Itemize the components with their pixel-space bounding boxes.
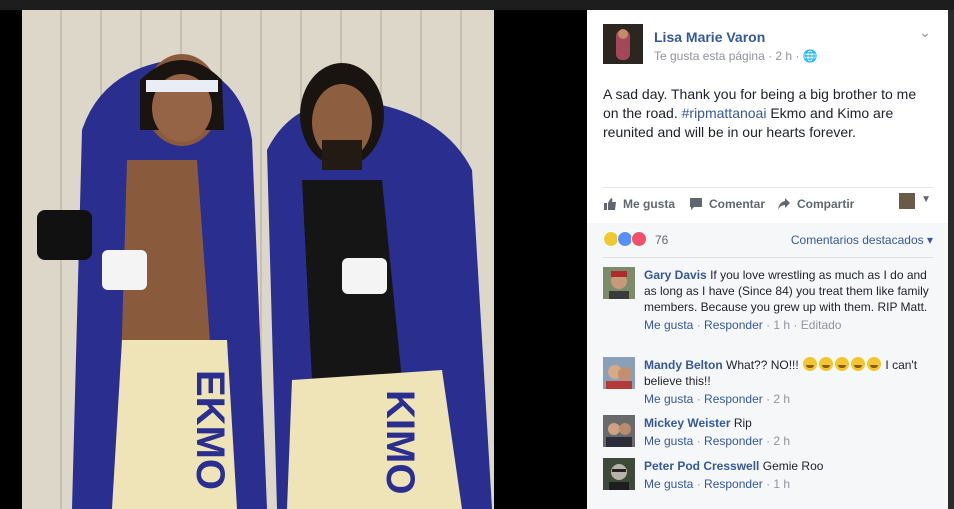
chevron-down-icon[interactable]: ⌄ bbox=[919, 24, 931, 41]
left-trunks-text: EKMO bbox=[188, 370, 232, 490]
commenter-avatar[interactable] bbox=[603, 415, 635, 447]
comment-body: Gary Davis If you love wrestling as much… bbox=[644, 267, 934, 333]
comment-reply-link[interactable]: Responder bbox=[704, 318, 763, 332]
edited-label[interactable]: Editado bbox=[801, 318, 842, 332]
comment-body: Mandy Belton What?? NO!!! I can't believ… bbox=[644, 357, 934, 407]
post-text: A sad day. Thank you for being a big bro… bbox=[603, 85, 933, 142]
post-author[interactable]: Lisa Marie Varon bbox=[654, 29, 765, 45]
comment-actions: Me gusta · Responder · 2 h bbox=[644, 434, 791, 448]
thumbs-up-icon bbox=[603, 197, 617, 211]
comment-actions: Me gusta · Responder · 1 h bbox=[644, 477, 791, 491]
commenter-avatar[interactable] bbox=[603, 458, 635, 490]
commenter-avatar[interactable] bbox=[603, 357, 635, 389]
divider bbox=[603, 187, 933, 188]
love-reaction-icon[interactable] bbox=[631, 231, 647, 247]
comment-text: What?? NO!!! bbox=[726, 358, 799, 372]
scrollbar[interactable] bbox=[948, 10, 954, 509]
comment-actions: Me gusta · Responder · 1 h · Editado bbox=[644, 318, 842, 332]
caret-down-icon[interactable]: ▼ bbox=[921, 194, 931, 205]
crying-emoji-icon bbox=[851, 357, 866, 371]
commenter-name[interactable]: Gary Davis bbox=[644, 268, 707, 282]
comment-button[interactable]: Comentar bbox=[689, 197, 765, 211]
photo-stage: EKMO KIMO bbox=[0, 10, 587, 509]
actor-avatar[interactable] bbox=[899, 193, 915, 209]
photo-viewer: EKMO KIMO Lisa Marie Varon Te gusta esta… bbox=[0, 0, 954, 509]
top-bar bbox=[0, 0, 954, 10]
post-panel: Lisa Marie Varon Te gusta esta página · … bbox=[587, 10, 948, 509]
comment-reply-link[interactable]: Responder bbox=[704, 392, 763, 406]
commenter-name[interactable]: Mickey Weister bbox=[644, 416, 731, 430]
comment-like-link[interactable]: Me gusta bbox=[644, 434, 693, 448]
commenter-name[interactable]: Peter Pod Cresswell bbox=[644, 459, 759, 473]
reactions-bar: 76 Comentarios destacados ▾ bbox=[603, 230, 933, 250]
comment-text: Gemie Roo bbox=[762, 459, 824, 473]
commenter-avatar[interactable] bbox=[603, 267, 635, 299]
post-actions: Me gusta Comentar Compartir ▼ bbox=[603, 193, 933, 217]
post-photo[interactable]: EKMO KIMO bbox=[22, 10, 494, 509]
post-meta: Te gusta esta página · 2 h · 🌐 bbox=[654, 49, 818, 63]
caret-down-icon: ▾ bbox=[926, 233, 933, 247]
share-icon bbox=[777, 197, 791, 211]
comment-time[interactable]: 1 h bbox=[773, 318, 790, 332]
crying-emoji-icon bbox=[819, 357, 834, 371]
like-label: Me gusta bbox=[623, 197, 676, 211]
right-trunks-text: KIMO bbox=[378, 390, 422, 494]
comment-like-link[interactable]: Me gusta bbox=[644, 477, 693, 491]
comment-actions: Me gusta · Responder · 2 h bbox=[644, 392, 791, 406]
page-liked-label: Te gusta esta página bbox=[654, 49, 765, 63]
post-header: Lisa Marie Varon Te gusta esta página · … bbox=[603, 24, 933, 68]
crying-emoji-icon bbox=[867, 357, 882, 371]
comment-icon bbox=[689, 197, 703, 211]
comment-reply-link[interactable]: Responder bbox=[704, 434, 763, 448]
commenter-name[interactable]: Mandy Belton bbox=[644, 358, 723, 372]
comment-reply-link[interactable]: Responder bbox=[704, 477, 763, 491]
comment-text: Rip bbox=[733, 416, 752, 430]
hashtag-link[interactable]: #ripmattanoai bbox=[682, 105, 767, 121]
comment-time[interactable]: 1 h bbox=[773, 477, 790, 491]
comment-time[interactable]: 2 h bbox=[773, 392, 790, 406]
globe-icon: 🌐 bbox=[802, 49, 818, 63]
comment-body: Peter Pod Cresswell Gemie Roo Me gusta ·… bbox=[644, 458, 934, 492]
share-button[interactable]: Compartir bbox=[777, 197, 854, 211]
comment-sort-dropdown[interactable]: Comentarios destacados ▾ bbox=[791, 233, 933, 247]
comment-time[interactable]: 2 h bbox=[773, 434, 790, 448]
comment-sort-label: Comentarios destacados bbox=[790, 233, 924, 247]
page-avatar[interactable] bbox=[603, 24, 643, 64]
divider bbox=[603, 257, 933, 258]
comment-like-link[interactable]: Me gusta bbox=[644, 392, 693, 406]
comment-like-link[interactable]: Me gusta bbox=[644, 318, 693, 332]
share-label: Compartir bbox=[797, 197, 855, 211]
comment-label: Comentar bbox=[709, 197, 766, 211]
comment-body: Mickey Weister Rip Me gusta · Responder … bbox=[644, 415, 934, 449]
crying-emoji-icon bbox=[803, 357, 818, 371]
crying-emoji-icon bbox=[835, 357, 850, 371]
post-time[interactable]: 2 h bbox=[775, 49, 792, 63]
wrestlers-image: EKMO KIMO bbox=[22, 10, 494, 509]
reaction-count[interactable]: 76 bbox=[655, 233, 668, 247]
like-button[interactable]: Me gusta bbox=[603, 197, 675, 211]
